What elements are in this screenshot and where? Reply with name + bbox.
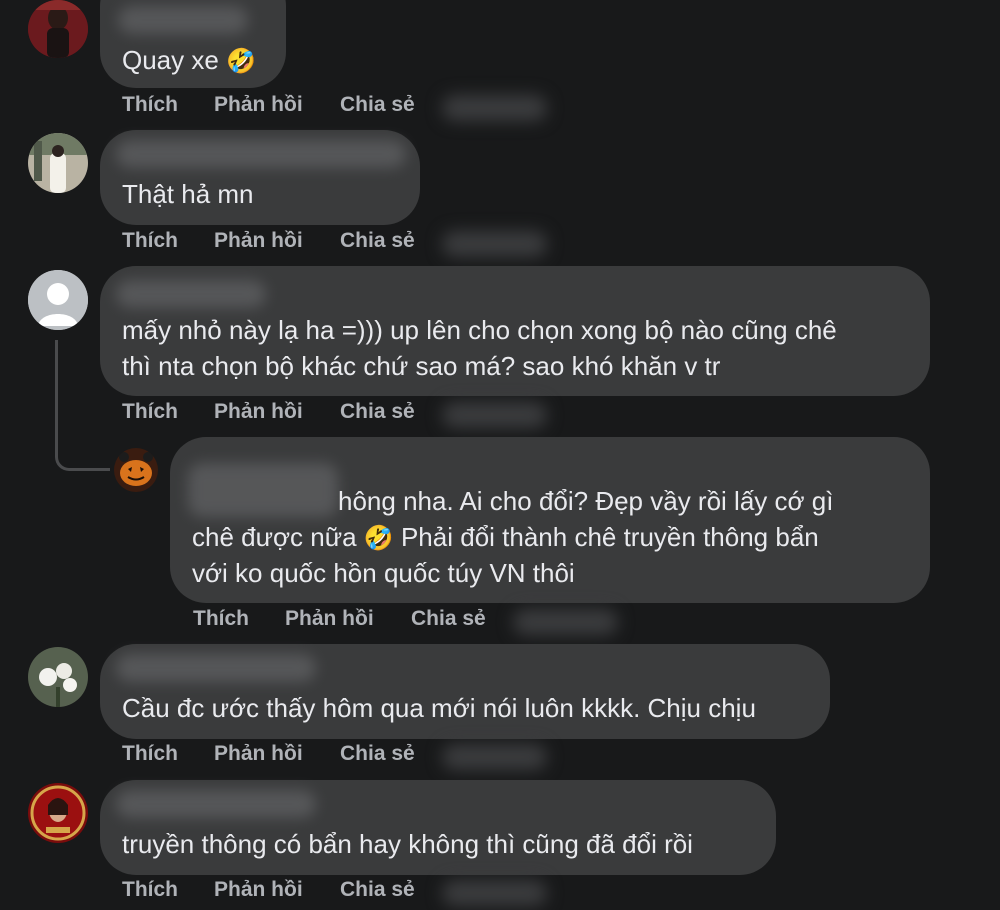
avatar[interactable] bbox=[28, 0, 88, 58]
share-button[interactable]: Chia sẻ bbox=[340, 878, 415, 902]
like-button[interactable]: Thích bbox=[122, 742, 178, 766]
comment-text: Quay xe 🤣 bbox=[122, 45, 256, 75]
author-name-redacted[interactable] bbox=[188, 463, 338, 517]
avatar[interactable] bbox=[28, 783, 88, 843]
comment-text-line: chê được nữa 🤣 Phải đổi thành chê truyền… bbox=[192, 522, 819, 552]
like-button[interactable]: Thích bbox=[122, 878, 178, 902]
comment-bubble: Cầu đc ước thấy hôm qua mới nói luôn kkk… bbox=[100, 644, 830, 739]
like-button[interactable]: Thích bbox=[122, 93, 178, 117]
comment-text-line: thì nta chọn bộ khác chứ sao má? sao khó… bbox=[122, 351, 721, 381]
comment-text: truyền thông có bẩn hay không thì cũng đ… bbox=[122, 829, 693, 859]
comment-actions: Thích Phản hồi Chia sẻ bbox=[122, 229, 552, 259]
author-name-redacted[interactable] bbox=[116, 654, 316, 682]
comment-actions: Thích Phản hồi Chia sẻ bbox=[193, 607, 623, 637]
comment-bubble: hông nha. Ai cho đổi? Đẹp vầy rồi lấy cớ… bbox=[170, 437, 930, 603]
share-button[interactable]: Chia sẻ bbox=[411, 607, 486, 631]
like-button[interactable]: Thích bbox=[122, 400, 178, 424]
flowers-avatar-icon bbox=[28, 647, 88, 707]
timestamp-redacted bbox=[442, 95, 547, 121]
avatar[interactable] bbox=[114, 448, 158, 492]
share-button[interactable]: Chia sẻ bbox=[340, 400, 415, 424]
pumpkin-avatar-icon bbox=[114, 448, 158, 492]
comment-text-line: hông nha. Ai cho đổi? Đẹp vầy rồi lấy cớ… bbox=[338, 486, 834, 516]
default-avatar-icon bbox=[28, 270, 88, 330]
like-button[interactable]: Thích bbox=[122, 229, 178, 253]
comment-bubble: truyền thông có bẩn hay không thì cũng đ… bbox=[100, 780, 776, 875]
comment-bubble: mấy nhỏ này lạ ha =))) up lên cho chọn x… bbox=[100, 266, 930, 396]
comment-thread: Quay xe 🤣 Thích Phản hồi Chia sẻ Thật hả… bbox=[0, 0, 1000, 910]
author-name-redacted[interactable] bbox=[116, 140, 406, 168]
comment-actions: Thích Phản hồi Chia sẻ bbox=[122, 742, 552, 772]
avatar[interactable] bbox=[28, 647, 88, 707]
comment-text: Thật hả mn bbox=[122, 179, 254, 209]
comment-actions: Thích Phản hồi Chia sẻ bbox=[122, 93, 552, 123]
comment-actions: Thích Phản hồi Chia sẻ bbox=[122, 878, 552, 908]
comment-actions: Thích Phản hồi Chia sẻ bbox=[122, 400, 552, 430]
comment-text: Cầu đc ước thấy hôm qua mới nói luôn kkk… bbox=[122, 693, 756, 723]
reply-button[interactable]: Phản hồi bbox=[214, 93, 303, 117]
user-photo-icon bbox=[28, 133, 88, 193]
reply-button[interactable]: Phản hồi bbox=[214, 742, 303, 766]
author-name-redacted[interactable] bbox=[116, 790, 316, 818]
author-name-redacted[interactable] bbox=[118, 6, 248, 34]
user-photo-icon bbox=[28, 0, 88, 58]
reply-button[interactable]: Phản hồi bbox=[214, 878, 303, 902]
timestamp-redacted bbox=[442, 402, 547, 428]
comment-text-line: với ko quốc hồn quốc túy VN thôi bbox=[192, 558, 575, 588]
reply-button[interactable]: Phản hồi bbox=[285, 607, 374, 631]
timestamp-redacted bbox=[442, 880, 547, 906]
comment-bubble: Quay xe 🤣 bbox=[100, 0, 286, 88]
timestamp-redacted bbox=[513, 609, 618, 635]
reply-button[interactable]: Phản hồi bbox=[214, 400, 303, 424]
share-button[interactable]: Chia sẻ bbox=[340, 742, 415, 766]
share-button[interactable]: Chia sẻ bbox=[340, 229, 415, 253]
comment-text-line: mấy nhỏ này lạ ha =))) up lên cho chọn x… bbox=[122, 315, 837, 345]
comment-bubble: Thật hả mn bbox=[100, 130, 420, 225]
author-name-redacted[interactable] bbox=[116, 280, 266, 308]
pageant-avatar-icon bbox=[28, 783, 88, 843]
like-button[interactable]: Thích bbox=[193, 607, 249, 631]
rofl-emoji: 🤣 bbox=[226, 48, 256, 75]
timestamp-redacted bbox=[442, 744, 547, 770]
share-button[interactable]: Chia sẻ bbox=[340, 93, 415, 117]
timestamp-redacted bbox=[442, 231, 547, 257]
rofl-emoji: 🤣 bbox=[363, 525, 394, 552]
avatar[interactable] bbox=[28, 133, 88, 193]
reply-button[interactable]: Phản hồi bbox=[214, 229, 303, 253]
avatar[interactable] bbox=[28, 270, 88, 330]
